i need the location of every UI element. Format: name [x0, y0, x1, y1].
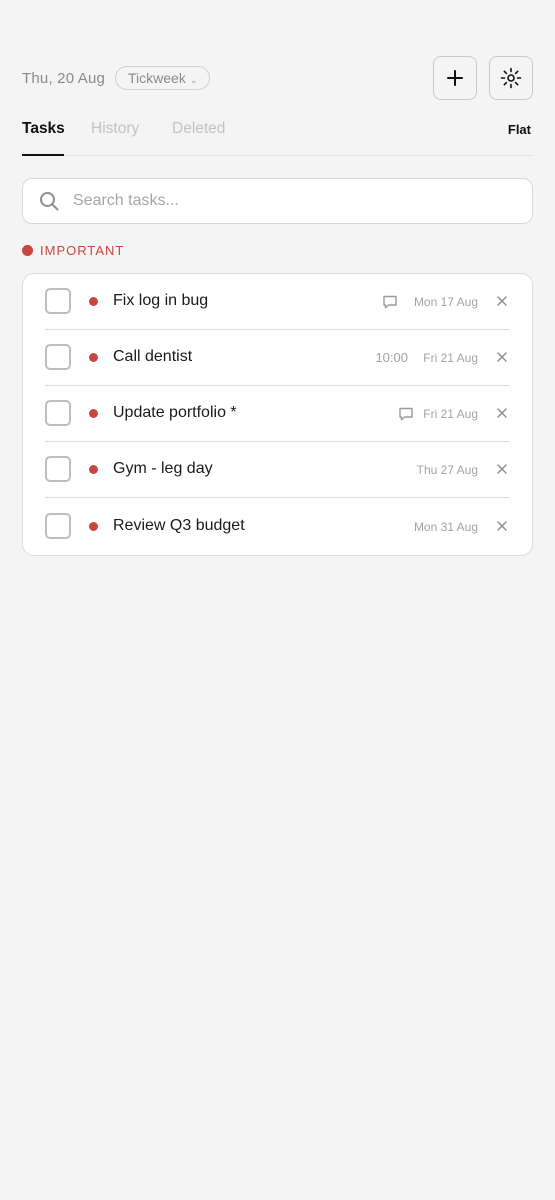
task-title[interactable]: Call dentist: [113, 348, 192, 366]
section-label: IMPORTANT: [40, 243, 125, 258]
close-icon[interactable]: [494, 461, 510, 477]
comment-icon: [383, 295, 397, 309]
tab-deleted[interactable]: Deleted: [172, 120, 225, 138]
task-checkbox[interactable]: [45, 513, 71, 539]
task-row[interactable]: Update portfolio * Fri 21 Aug: [23, 386, 532, 442]
close-icon[interactable]: [494, 518, 510, 534]
tab-tasks[interactable]: Tasks: [22, 120, 65, 138]
tab-history[interactable]: History: [91, 120, 139, 138]
close-icon[interactable]: [494, 405, 510, 421]
priority-dot-icon: [89, 353, 98, 362]
task-due-date: Mon 17 Aug: [413, 295, 478, 309]
task-checkbox[interactable]: [45, 344, 71, 370]
search-bar: [22, 178, 533, 224]
close-icon[interactable]: [494, 293, 510, 309]
search-input[interactable]: [71, 185, 532, 217]
sun-gear-icon: [500, 67, 522, 89]
task-due-date: Fri 21 Aug: [423, 351, 478, 365]
active-tab-indicator: [22, 154, 64, 156]
task-title[interactable]: Fix log in bug: [113, 292, 208, 310]
task-title[interactable]: Gym - leg day: [113, 460, 213, 478]
comment-icon: [399, 407, 413, 421]
priority-dot-icon: [22, 245, 33, 256]
workspace-selector[interactable]: Tickweek ⌄: [115, 66, 211, 90]
task-row[interactable]: Review Q3 budget Mon 31 Aug: [23, 499, 532, 555]
task-due-date: Fri 21 Aug: [423, 407, 478, 421]
task-row[interactable]: Call dentist 10:00 Fri 21 Aug: [23, 330, 532, 386]
task-checkbox[interactable]: [45, 456, 71, 482]
section-header-important: IMPORTANT: [22, 243, 124, 258]
priority-dot-icon: [89, 522, 98, 531]
priority-dot-icon: [89, 465, 98, 474]
task-row[interactable]: Fix log in bug Mon 17 Aug: [23, 274, 532, 330]
task-due-time: 10:00: [375, 350, 408, 365]
chevron-down-icon: ⌄: [189, 74, 198, 85]
task-due-date: Mon 31 Aug: [413, 520, 478, 534]
task-title[interactable]: Update portfolio *: [113, 404, 237, 422]
view-mode-toggle[interactable]: Flat: [508, 122, 531, 137]
priority-dot-icon: [89, 297, 98, 306]
current-date: Thu, 20 Aug: [22, 70, 106, 87]
search-icon: [39, 191, 59, 211]
priority-dot-icon: [89, 409, 98, 418]
task-checkbox[interactable]: [45, 400, 71, 426]
workspace-label: Tickweek: [128, 70, 186, 86]
header: Thu, 20 Aug Tickweek ⌄: [22, 56, 533, 102]
task-list: Fix log in bug Mon 17 Aug Call dentist 1…: [22, 273, 533, 556]
task-checkbox[interactable]: [45, 288, 71, 314]
app-screen: Thu, 20 Aug Tickweek ⌄ Tasks History Del…: [0, 0, 555, 1200]
theme-settings-button[interactable]: [489, 56, 533, 100]
task-due-date: Thu 27 Aug: [416, 463, 478, 477]
tab-bar: Tasks History Deleted Flat: [22, 112, 533, 156]
row-divider: [45, 497, 510, 498]
close-icon[interactable]: [494, 349, 510, 365]
add-task-button[interactable]: [433, 56, 477, 100]
task-title[interactable]: Review Q3 budget: [113, 517, 245, 535]
plus-icon: [447, 70, 463, 86]
task-row[interactable]: Gym - leg day Thu 27 Aug: [23, 442, 532, 498]
